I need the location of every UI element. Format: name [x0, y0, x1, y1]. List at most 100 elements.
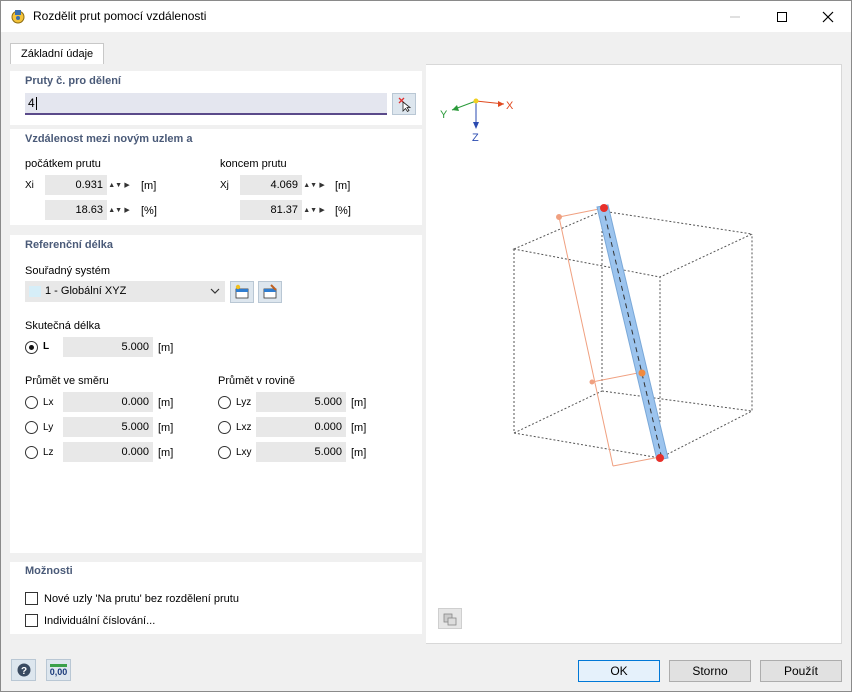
cancel-button[interactable]: Storno [669, 660, 751, 682]
radio-Lyz[interactable] [218, 396, 231, 409]
edit-cs-button[interactable] [258, 281, 282, 303]
Ly-label: Ly [43, 422, 54, 433]
Lyz-unit: [m] [351, 397, 367, 409]
view-options-icon [443, 613, 457, 625]
Lyz-label: Lyz [236, 397, 252, 408]
xj-m-input[interactable]: 4.069 [240, 175, 302, 195]
Lxz-label: Lxz [236, 422, 252, 433]
cs-dropdown[interactable]: 1 - Globální XYZ [25, 281, 225, 302]
L-label: L [43, 341, 50, 352]
help-search-icon: ? [17, 663, 30, 677]
edit-cs-icon [263, 284, 277, 299]
cs-value: 1 - Globální XYZ [45, 285, 127, 297]
tab-basic-data[interactable]: Základní údaje [10, 43, 105, 65]
Lxz-input[interactable]: 0.000 [256, 417, 346, 437]
decimal-places-label: 0,00 [49, 663, 68, 677]
checkbox-individual-numbering[interactable] [25, 614, 38, 627]
radio-Lx[interactable] [25, 396, 38, 409]
window-title: Rozdělit prut pomocí vzdálenosti [33, 9, 207, 23]
Lxz-unit: [m] [351, 422, 367, 434]
nodes-on-member-label: Nové uzly 'Na prutu' bez rozdělení prutu [44, 593, 239, 605]
cs-label: Souřadný systém [25, 265, 110, 277]
svg-text:?: ? [21, 666, 27, 677]
step-right-icon: ▶ [319, 182, 325, 189]
ok-button[interactable]: OK [578, 660, 660, 682]
L-input[interactable]: 5.000 [63, 337, 153, 357]
Ly-input[interactable]: 5.000 [63, 417, 153, 437]
individual-numbering-label: Individuální číslování... [44, 615, 156, 627]
close-icon [822, 11, 834, 22]
axis-x-label: X [506, 100, 514, 112]
Ly-unit: [m] [158, 422, 174, 434]
xi-pct-spinner[interactable]: ▲▼ ▶ [107, 200, 131, 220]
axis-gizmo: X Y Z [440, 98, 514, 144]
axis-y-label: Y [440, 109, 448, 121]
step-right-icon: ▶ [319, 207, 325, 214]
minimize-icon [730, 16, 740, 17]
Lx-unit: [m] [158, 397, 174, 409]
select-member-button[interactable] [392, 93, 416, 115]
start-label: počátkem prutu [25, 158, 101, 170]
xi-pct-input[interactable]: 18.63 [45, 200, 107, 220]
options-section: Možnosti Nové uzly 'Na prutu' bez rozděl… [10, 562, 422, 634]
title-bar: Rozdělit prut pomocí vzdálenosti [1, 1, 851, 32]
Lxy-label: Lxy [236, 447, 252, 458]
model-preview: X Y Z [440, 98, 754, 467]
xi-pct-unit: [%] [141, 205, 157, 217]
distance-title: Vzdálenost mezi novým uzlem a [25, 133, 193, 145]
maximize-icon [777, 11, 787, 22]
checkbox-nodes-on-member[interactable] [25, 592, 38, 605]
members-title: Pruty č. pro dělení [25, 75, 121, 87]
new-cs-icon [235, 284, 249, 299]
members-input[interactable]: 4 [25, 93, 387, 115]
minimize-button[interactable] [712, 1, 758, 32]
cs-color-swatch [29, 285, 41, 297]
spin-updown-icon: ▲▼ [303, 206, 318, 214]
reference-title: Referenční délka [25, 239, 114, 251]
start-node [600, 204, 608, 212]
L-unit: [m] [158, 342, 174, 354]
Lx-label: Lx [43, 397, 54, 408]
step-right-icon: ▶ [124, 207, 130, 214]
view-options-button[interactable] [438, 608, 462, 629]
spin-updown-icon: ▲▼ [303, 181, 318, 189]
xj-m-spinner[interactable]: ▲▼ ▶ [302, 175, 326, 195]
preview-viewer[interactable]: X Y Z [432, 71, 834, 634]
app-icon [11, 10, 25, 24]
Lz-input[interactable]: 0.000 [63, 442, 153, 462]
new-cs-button[interactable] [230, 281, 254, 303]
Lxy-unit: [m] [351, 447, 367, 459]
radio-Ly[interactable] [25, 421, 38, 434]
apply-button[interactable]: Použít [760, 660, 842, 682]
radio-Lxy[interactable] [218, 446, 231, 459]
radio-Lz[interactable] [25, 446, 38, 459]
proj-plane-label: Průmět v rovině [218, 375, 296, 387]
spin-updown-icon: ▲▼ [108, 206, 123, 214]
Lxy-input[interactable]: 5.000 [256, 442, 346, 462]
members-input-value: 4 [28, 96, 35, 110]
axis-z-label: Z [472, 132, 479, 144]
options-title: Možnosti [25, 565, 73, 577]
real-length-label: Skutečná délka [25, 320, 101, 332]
xj-pct-spinner[interactable]: ▲▼ ▶ [302, 200, 326, 220]
tab-strip: Základní údaje [1, 32, 851, 65]
xi-label: Xi [25, 180, 34, 191]
radio-L[interactable] [25, 341, 38, 354]
dialog-window: Rozdělit prut pomocí vzdálenosti Základn… [0, 0, 852, 692]
xj-label: Xj [220, 180, 229, 191]
xj-m-unit: [m] [335, 180, 351, 192]
maximize-button[interactable] [759, 1, 805, 32]
Lyz-input[interactable]: 5.000 [256, 392, 346, 412]
xi-m-unit: [m] [141, 180, 157, 192]
end-label: koncem prutu [220, 158, 287, 170]
Lz-label: Lz [43, 447, 54, 458]
xi-m-spinner[interactable]: ▲▼ ▶ [107, 175, 131, 195]
xj-pct-input[interactable]: 81.37 [240, 200, 302, 220]
member-4 [596, 204, 669, 462]
close-button[interactable] [805, 1, 851, 32]
help-button[interactable]: ? [11, 659, 36, 681]
radio-Lxz[interactable] [218, 421, 231, 434]
decimal-places-button[interactable]: 0,00 [46, 659, 71, 681]
xi-m-input[interactable]: 0.931 [45, 175, 107, 195]
Lx-input[interactable]: 0.000 [63, 392, 153, 412]
